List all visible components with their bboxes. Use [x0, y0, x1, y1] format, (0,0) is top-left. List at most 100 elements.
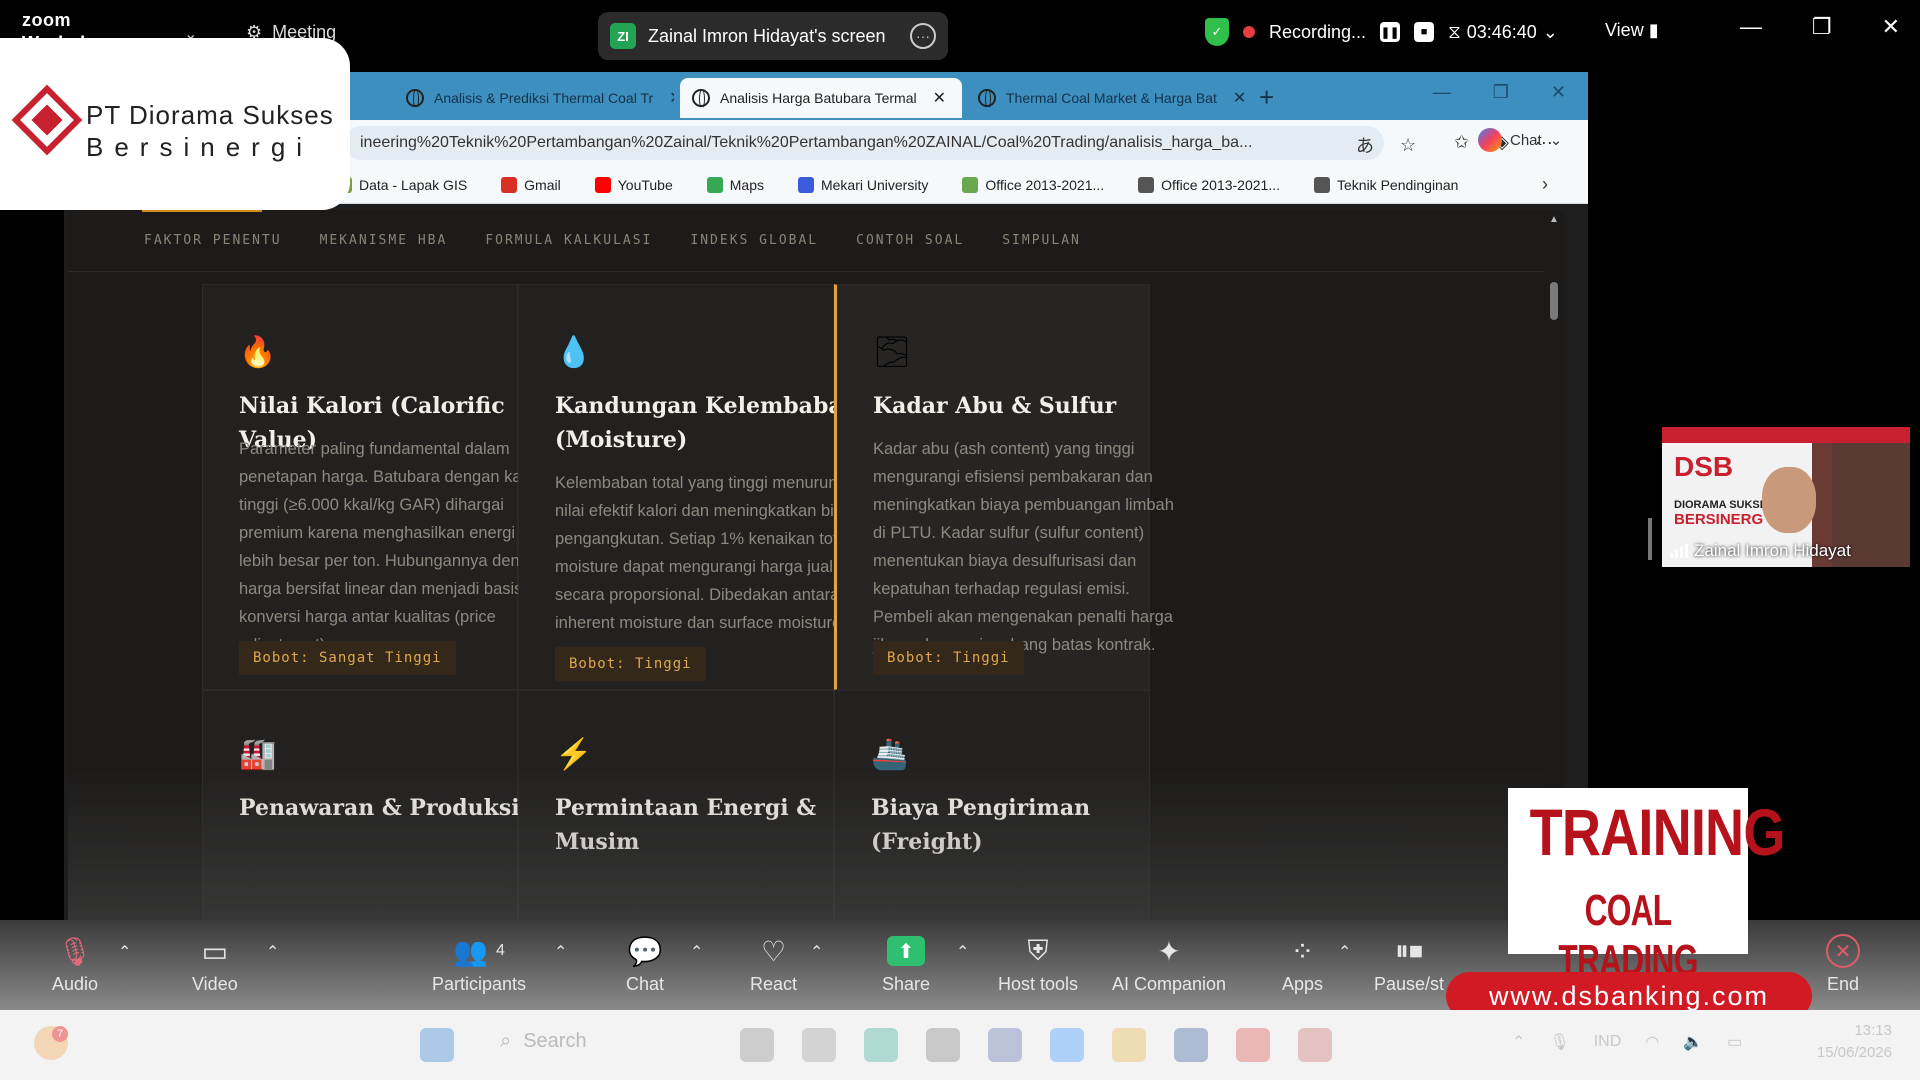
- card-description: Kadar abu (ash content) yang tinggi meng…: [873, 440, 1174, 654]
- bookmark-item[interactable]: Maps: [706, 176, 764, 193]
- translate-icon[interactable]: あ: [1356, 132, 1374, 158]
- tab-analisis-harga[interactable]: Analisis Harga Batubara Termal ✕: [680, 78, 962, 118]
- audio-options-caret-icon[interactable]: ⌃: [118, 942, 131, 962]
- more-options-icon[interactable]: ···: [910, 23, 936, 49]
- meeting-timer[interactable]: ⧖ 03:46:40 ⌄: [1448, 22, 1558, 43]
- app-icon[interactable]: [740, 1028, 774, 1062]
- section-nav-link[interactable]: SIMPULAN: [1002, 233, 1081, 248]
- notification-count: 7: [52, 1026, 68, 1042]
- bookmark-item[interactable]: Gmail: [501, 176, 561, 193]
- settings-icon[interactable]: [926, 1028, 960, 1062]
- section-nav-link[interactable]: FAKTOR PENENTU: [144, 233, 282, 248]
- wifi-icon[interactable]: ◠: [1645, 1032, 1659, 1052]
- bookmark-item[interactable]: Teknik Pendinginan: [1314, 176, 1458, 193]
- scroll-up-arrow-icon[interactable]: ▲: [1549, 214, 1559, 225]
- bookmark-item[interactable]: Office 2013-2021...: [962, 176, 1104, 193]
- share-label: Share: [882, 974, 931, 994]
- apps-button[interactable]: ⁘ Apps: [1282, 934, 1323, 995]
- factor-card-moisture: 💧 Kandungan Kelembaban (Moisture) Kelemb…: [518, 284, 864, 690]
- taskbar-search[interactable]: ⌕ Search: [500, 1030, 587, 1053]
- close-tab-icon[interactable]: ✕: [1233, 88, 1246, 108]
- participants-button[interactable]: 👥 4 Participants: [432, 934, 526, 995]
- tab-thermal-coal-market[interactable]: Thermal Coal Market & Harga Bat ✕: [966, 78, 1248, 118]
- language-indicator[interactable]: IND: [1594, 1033, 1622, 1051]
- file-explorer-icon[interactable]: [1112, 1028, 1146, 1062]
- close-tab-icon[interactable]: ✕: [933, 88, 946, 108]
- bookmark-label: Data - Lapak GIS: [359, 176, 468, 193]
- training-banner: TRAINING COAL TRADING: [1508, 788, 1785, 985]
- scroll-thumb[interactable]: [1550, 282, 1558, 320]
- chevron-up-icon[interactable]: ⌃: [1512, 1032, 1525, 1052]
- restore-icon[interactable]: ❐: [1812, 14, 1832, 40]
- apps-grid-icon[interactable]: [988, 1028, 1022, 1062]
- copilot-chat-button[interactable]: Chat ⌄: [1478, 128, 1562, 152]
- volume-icon[interactable]: 🔈: [1683, 1032, 1703, 1052]
- section-nav-link[interactable]: FORMULA KALKULASI: [485, 233, 652, 248]
- react-options-caret-icon[interactable]: ⌃: [810, 942, 823, 962]
- host-tools-button[interactable]: ⛨ Host tools: [998, 934, 1078, 995]
- mic-icon[interactable]: 🎙: [1549, 1032, 1569, 1052]
- pause-stop-recording-button[interactable]: ⏸⏹ Pause/st: [1374, 934, 1444, 995]
- tab-analisis-prediksi[interactable]: Analisis & Prediksi Thermal Coal Tr ✕: [394, 78, 674, 118]
- card-title: Kandungan Kelembaban (Moisture): [555, 393, 859, 453]
- video-options-caret-icon[interactable]: ⌃: [266, 942, 279, 962]
- section-nav-link[interactable]: MEKANISME HBA: [320, 233, 448, 248]
- bookmark-icon: [1314, 176, 1330, 193]
- zoom-app-icon[interactable]: [1050, 1028, 1084, 1062]
- chat-options-caret-icon[interactable]: ⌃: [690, 942, 703, 962]
- company-logo-overlay: PT Diorama Sukses Bersinergi: [0, 38, 350, 210]
- close-tab-icon[interactable]: ✕: [669, 88, 674, 108]
- section-nav-link[interactable]: CONTOH SOAL: [856, 233, 964, 248]
- recording-dot-icon: [1243, 26, 1255, 38]
- new-tab-button[interactable]: +: [1259, 82, 1274, 113]
- react-button[interactable]: ♡ React: [750, 934, 797, 995]
- browser-icon[interactable]: [1298, 1028, 1332, 1062]
- participant-face: [1762, 467, 1816, 533]
- chat-button[interactable]: 💬 Chat: [626, 934, 664, 995]
- favorites-icon[interactable]: ✩: [1454, 132, 1469, 153]
- bookmark-item[interactable]: Mekari University: [797, 176, 928, 193]
- browser-window-controls: — ❐ ✕: [1433, 82, 1566, 103]
- taskbar-clock[interactable]: 13:13 15/06/2026: [1817, 1020, 1892, 1064]
- word-icon[interactable]: [1174, 1028, 1208, 1062]
- close-icon[interactable]: ✕: [1551, 82, 1566, 103]
- section-nav-link[interactable]: INDEKS GLOBAL: [690, 233, 818, 248]
- bookmark-item[interactable]: YouTube: [594, 176, 673, 193]
- panel-resize-handle[interactable]: [1648, 518, 1652, 560]
- stop-recording-button[interactable]: ■: [1414, 22, 1435, 42]
- app-icon[interactable]: [802, 1028, 836, 1062]
- edge-icon[interactable]: [864, 1028, 898, 1062]
- url-text: ineering%20Teknik%20Pertambangan%20Zaina…: [360, 134, 1253, 151]
- video-button[interactable]: ▭ Video: [192, 934, 238, 995]
- notification-icon[interactable]: 7: [34, 1026, 68, 1060]
- security-shield-icon[interactable]: ✓: [1205, 18, 1229, 46]
- share-button[interactable]: ⬆ Share: [882, 934, 930, 995]
- audio-button[interactable]: 🎙 Audio: [52, 934, 98, 995]
- address-bar[interactable]: ineering%20Teknik%20Pertambangan%20Zaina…: [344, 126, 1384, 160]
- minimize-icon[interactable]: —: [1433, 82, 1451, 103]
- bookmark-item[interactable]: Data - Lapak GIS: [336, 176, 468, 193]
- ai-companion-button[interactable]: ✦ AI Companion: [1112, 934, 1226, 995]
- bookmarks-overflow-icon[interactable]: ›: [1542, 174, 1548, 195]
- view-button[interactable]: View ▮: [1605, 20, 1659, 41]
- chrome-icon[interactable]: [1236, 1028, 1270, 1062]
- bookmark-item[interactable]: Office 2013-2021...: [1138, 176, 1280, 193]
- favorite-star-icon[interactable]: ☆: [1400, 135, 1416, 156]
- share-options-caret-icon[interactable]: ⌃: [956, 942, 969, 962]
- pause-recording-button[interactable]: ❚❚: [1380, 22, 1401, 42]
- factory-icon: 🏭: [239, 738, 277, 771]
- training-subtitle: COAL TRADING: [1558, 886, 1698, 985]
- battery-icon[interactable]: ▭: [1727, 1032, 1742, 1052]
- minimize-icon[interactable]: —: [1740, 14, 1762, 40]
- apps-options-caret-icon[interactable]: ⌃: [1338, 942, 1351, 962]
- screen-share-indicator[interactable]: ZI Zainal Imron Hidayat's screen ···: [598, 12, 948, 60]
- section-nav: FAKTOR PENENTU MEKANISME HBA FORMULA KALKU…: [68, 210, 1544, 272]
- participant-video-tile[interactable]: DSB DIORAMA SUKSE BERSINERG Zainal Imron…: [1662, 427, 1910, 567]
- restore-icon[interactable]: ❐: [1493, 82, 1509, 103]
- start-icon[interactable]: [420, 1028, 454, 1062]
- participants-options-caret-icon[interactable]: ⌃: [554, 942, 567, 962]
- end-meeting-button[interactable]: ✕ End: [1826, 934, 1860, 995]
- bookmark-icon: [706, 176, 723, 193]
- tab-title: Analisis & Prediksi Thermal Coal Tr: [434, 90, 654, 106]
- close-icon[interactable]: ✕: [1882, 14, 1900, 40]
